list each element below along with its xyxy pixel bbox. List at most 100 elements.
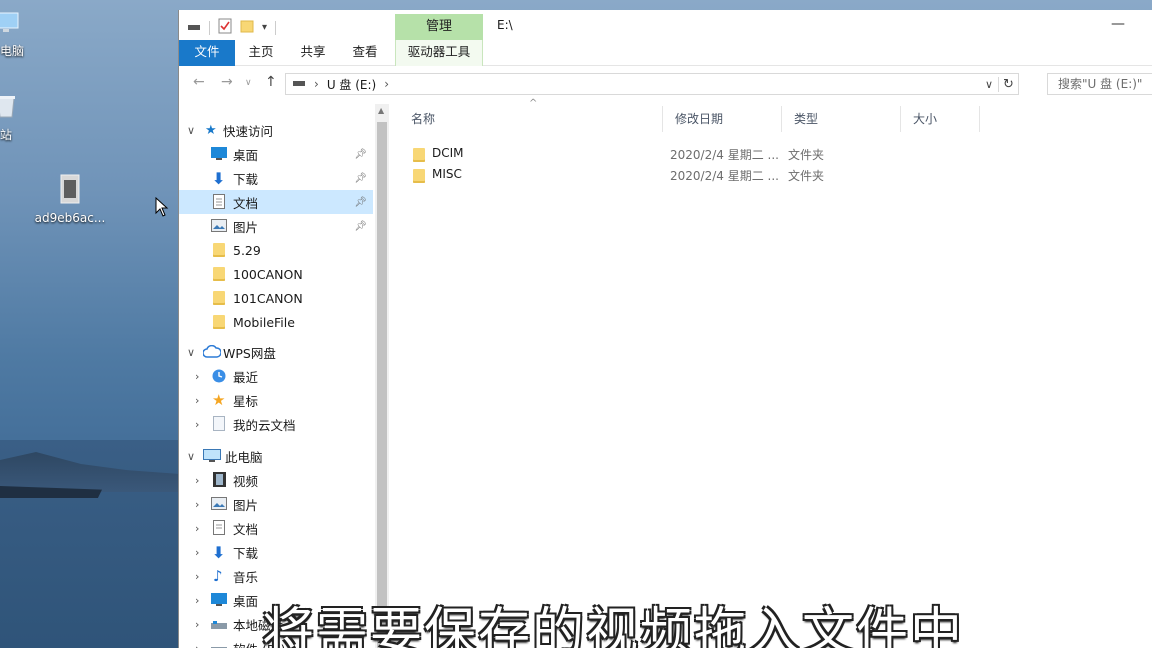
picture-icon — [211, 497, 227, 513]
folder-icon — [213, 267, 225, 284]
recent-locations-chevron-icon[interactable]: ∨ — [245, 78, 252, 88]
nav-quick-access[interactable]: ∨ ★ 快速访问 — [179, 118, 373, 142]
title-bar: ▾ 管理 E:\ — — [179, 10, 1152, 42]
download-icon: ⬇ — [212, 543, 226, 562]
nav-label: 音乐 — [233, 569, 259, 585]
chevron-right-icon[interactable]: › — [195, 394, 199, 407]
tab-share[interactable]: 共享 — [291, 40, 335, 66]
nav-item-pictures[interactable]: 图片 📌︎ — [179, 214, 373, 238]
nav-this-pc[interactable]: ∨ 此电脑 — [179, 444, 373, 468]
nav-item-music[interactable]: › ♪ 音乐 — [179, 564, 373, 588]
music-icon: ♪ — [213, 567, 223, 585]
tab-manage-contextual[interactable]: 管理 — [395, 14, 483, 40]
column-header-name[interactable]: 名称 — [399, 106, 663, 132]
nav-item-documents[interactable]: › 文档 — [179, 516, 373, 540]
navigation-scrollbar[interactable]: ▲ — [375, 104, 389, 648]
chevron-right-icon[interactable]: › — [195, 594, 199, 607]
tab-home[interactable]: 主页 — [239, 40, 283, 66]
desktop-icon-label: 电脑 — [0, 44, 25, 58]
nav-label: 桌面 — [233, 593, 259, 609]
chevron-right-icon[interactable]: › — [195, 370, 199, 383]
column-header-size[interactable]: 大小 — [901, 106, 980, 132]
properties-icon[interactable] — [218, 18, 232, 37]
desktop-icon-label: ad9eb6ac... — [34, 211, 106, 225]
nav-item-starred[interactable]: › ★ 星标 — [179, 388, 373, 412]
nav-item-recent[interactable]: › 最近 — [179, 364, 373, 388]
scrollbar-thumb[interactable] — [377, 122, 387, 648]
column-header-type[interactable]: 类型 — [782, 106, 901, 132]
nav-item-videos[interactable]: › 视频 — [179, 468, 373, 492]
table-row[interactable]: DCIM 2020/2/4 星期二 ... 文件夹 — [401, 144, 961, 164]
pin-icon[interactable]: 📌︎ — [354, 173, 367, 184]
desktop-icon-this-pc[interactable]: 电脑 — [0, 12, 26, 58]
forward-arrow-icon[interactable]: → — [221, 74, 233, 90]
picture-icon — [211, 219, 227, 235]
tab-drive-tools[interactable]: 驱动器工具 — [395, 40, 483, 66]
address-actions: ∨ ↻ — [980, 74, 1018, 94]
nav-wps-cloud[interactable]: ∨ WPS网盘 — [179, 340, 373, 364]
breadcrumb-separator[interactable]: › — [384, 77, 389, 91]
desktop-icon-image-file[interactable]: ad9eb6ac... — [34, 174, 106, 225]
pin-icon[interactable]: 📌︎ — [354, 149, 367, 160]
monitor-icon — [203, 449, 221, 466]
up-arrow-icon[interactable]: ↑ — [265, 74, 277, 90]
nav-item-folder[interactable]: MobileFile — [179, 310, 373, 334]
separator — [209, 20, 210, 35]
nav-item-folder[interactable]: 101CANON — [179, 286, 373, 310]
pin-icon[interactable]: 📌︎ — [354, 221, 367, 232]
chevron-down-icon[interactable]: ∨ — [187, 346, 195, 359]
nav-label: 5.29 — [233, 242, 261, 258]
chevron-right-icon[interactable]: › — [195, 618, 199, 631]
chevron-right-icon[interactable]: › — [195, 418, 199, 431]
desktop-icon-recycle-bin[interactable]: 站 — [0, 94, 26, 142]
chevron-right-icon[interactable]: › — [195, 642, 199, 648]
nav-item-downloads[interactable]: › ⬇ 下载 — [179, 540, 373, 564]
quick-access-toolbar: ▾ — [187, 18, 277, 37]
tab-file[interactable]: 文件 — [179, 40, 235, 66]
nav-item-cloud-docs[interactable]: › 我的云文档 — [179, 412, 373, 436]
video-icon — [213, 472, 226, 490]
nav-item-pictures[interactable]: › 图片 — [179, 492, 373, 516]
breadcrumb-separator[interactable]: › — [314, 77, 319, 91]
nav-label: 我的云文档 — [233, 417, 296, 433]
tab-view[interactable]: 查看 — [343, 40, 387, 66]
search-input[interactable]: 搜索"U 盘 (E:)" — [1047, 73, 1152, 95]
customize-dropdown-icon[interactable]: ▾ — [262, 22, 267, 33]
chevron-down-icon[interactable]: ∨ — [187, 124, 195, 137]
file-type: 文件夹 — [788, 148, 825, 162]
nav-item-folder[interactable]: 5.29 — [179, 238, 373, 262]
image-file-icon — [34, 174, 106, 207]
new-folder-icon[interactable] — [240, 19, 254, 36]
nav-label: 视频 — [233, 473, 259, 489]
column-header-date[interactable]: 修改日期 — [663, 106, 782, 132]
drive-icon[interactable] — [187, 21, 201, 35]
monitor-icon — [0, 12, 26, 37]
nav-item-desktop[interactable]: 桌面 📌︎ — [179, 142, 373, 166]
folder-icon — [213, 315, 225, 332]
minimize-button[interactable]: — — [1111, 16, 1125, 32]
nav-label: MobileFile — [233, 314, 295, 330]
chevron-right-icon[interactable]: › — [195, 570, 199, 583]
file-list: ^ 名称 修改日期 类型 大小 DCIM 2020/2/4 星期二 ... 文件… — [389, 98, 1152, 648]
nav-label: 最近 — [233, 369, 259, 385]
scroll-up-arrow-icon[interactable]: ▲ — [378, 106, 384, 115]
back-arrow-icon[interactable]: ← — [193, 74, 205, 90]
nav-item-folder[interactable]: 100CANON — [179, 262, 373, 286]
nav-item-documents[interactable]: 文档 📌︎ — [179, 190, 373, 214]
address-input[interactable]: › U 盘 (E:) › ∨ ↻ — [285, 73, 1019, 95]
chevron-down-icon[interactable]: ∨ — [187, 450, 195, 463]
video-subtitle: 将需要保存的视频拖入文件中 — [262, 603, 965, 648]
chevron-right-icon[interactable]: › — [195, 522, 199, 535]
nav-item-downloads[interactable]: ⬇ 下载 📌︎ — [179, 166, 373, 190]
chevron-right-icon[interactable]: › — [195, 546, 199, 559]
chevron-right-icon[interactable]: › — [195, 474, 199, 487]
mouse-cursor-icon — [155, 196, 169, 220]
breadcrumb-drive-e[interactable]: U 盘 (E:) — [327, 76, 376, 93]
address-history-dropdown-icon[interactable]: ∨ — [980, 78, 998, 91]
nav-label: 文档 — [233, 521, 259, 537]
drive-icon — [292, 77, 306, 91]
pin-icon[interactable]: 📌︎ — [354, 197, 367, 208]
chevron-right-icon[interactable]: › — [195, 498, 199, 511]
table-row[interactable]: MISC 2020/2/4 星期二 ... 文件夹 — [401, 165, 961, 185]
refresh-icon[interactable]: ↻ — [998, 76, 1018, 92]
